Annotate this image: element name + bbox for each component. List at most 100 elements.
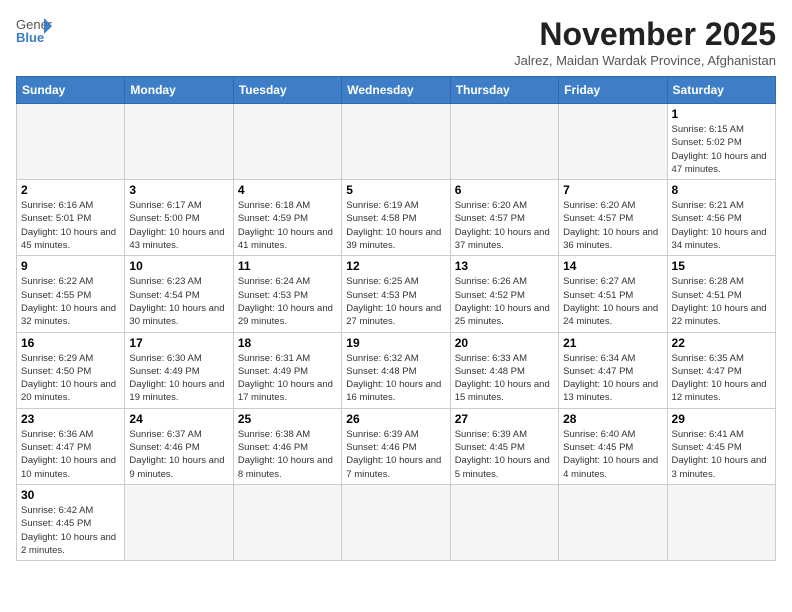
calendar-header-thursday: Thursday bbox=[450, 77, 558, 104]
day-number: 9 bbox=[21, 259, 120, 273]
month-title: November 2025 bbox=[514, 16, 776, 53]
day-info: Sunrise: 6:25 AMSunset: 4:53 PMDaylight:… bbox=[346, 275, 445, 328]
calendar-header-monday: Monday bbox=[125, 77, 233, 104]
calendar-header-tuesday: Tuesday bbox=[233, 77, 341, 104]
calendar-cell: 7 Sunrise: 6:20 AMSunset: 4:57 PMDaylight… bbox=[559, 180, 667, 256]
day-number: 19 bbox=[346, 336, 445, 350]
calendar-cell: 15 Sunrise: 6:28 AMSunset: 4:51 PMDayligh… bbox=[667, 256, 775, 332]
day-number: 30 bbox=[21, 488, 120, 502]
page-header: General Blue November 2025 Jalrez, Maida… bbox=[16, 16, 776, 68]
calendar-cell: 27 Sunrise: 6:39 AMSunset: 4:45 PMDayligh… bbox=[450, 408, 558, 484]
day-number: 7 bbox=[563, 183, 662, 197]
day-info: Sunrise: 6:42 AMSunset: 4:45 PMDaylight:… bbox=[21, 504, 120, 557]
calendar-cell: 25Sunrise: 6:38 AMSunset: 4:46 PMDayligh… bbox=[233, 408, 341, 484]
day-number: 21 bbox=[563, 336, 662, 350]
calendar-cell bbox=[233, 104, 341, 180]
day-number: 25 bbox=[238, 412, 337, 426]
calendar-cell: 16 Sunrise: 6:29 AMSunset: 4:50 PMDayligh… bbox=[17, 332, 125, 408]
calendar-cell bbox=[342, 484, 450, 560]
calendar-cell: 1Sunrise: 6:15 AMSunset: 5:02 PMDaylight… bbox=[667, 104, 775, 180]
day-number: 16 bbox=[21, 336, 120, 350]
day-number: 14 bbox=[563, 259, 662, 273]
calendar-cell bbox=[125, 104, 233, 180]
calendar-cell: 14 Sunrise: 6:27 AMSunset: 4:51 PMDayligh… bbox=[559, 256, 667, 332]
calendar-cell bbox=[450, 104, 558, 180]
day-number: 27 bbox=[455, 412, 554, 426]
day-number: 18 bbox=[238, 336, 337, 350]
day-info: Sunrise: 6:36 AMSunset: 4:47 PMDaylight:… bbox=[21, 428, 120, 481]
day-number: 5 bbox=[346, 183, 445, 197]
calendar-header-row: SundayMondayTuesdayWednesdayThursdayFrid… bbox=[17, 77, 776, 104]
title-area: November 2025 Jalrez, Maidan Wardak Prov… bbox=[514, 16, 776, 68]
location-subtitle: Jalrez, Maidan Wardak Province, Afghanis… bbox=[514, 53, 776, 68]
day-info: Sunrise: 6:19 AMSunset: 4:58 PMDaylight:… bbox=[346, 199, 445, 252]
day-info: Sunrise: 6:23 AMSunset: 4:54 PMDaylight:… bbox=[129, 275, 228, 328]
calendar-cell: 11Sunrise: 6:24 AMSunset: 4:53 PMDayligh… bbox=[233, 256, 341, 332]
calendar-week-row: 2Sunrise: 6:16 AMSunset: 5:01 PMDaylight… bbox=[17, 180, 776, 256]
day-info: Sunrise: 6:41 AMSunset: 4:45 PMDaylight:… bbox=[672, 428, 771, 481]
day-number: 3 bbox=[129, 183, 228, 197]
day-info: Sunrise: 6:34 AMSunset: 4:47 PMDaylight:… bbox=[563, 352, 662, 405]
calendar-cell: 24Sunrise: 6:37 AMSunset: 4:46 PMDayligh… bbox=[125, 408, 233, 484]
day-number: 10 bbox=[129, 259, 228, 273]
day-info: Sunrise: 6:32 AMSunset: 4:48 PMDaylight:… bbox=[346, 352, 445, 405]
day-info: Sunrise: 6:33 AMSunset: 4:48 PMDaylight:… bbox=[455, 352, 554, 405]
day-number: 23 bbox=[21, 412, 120, 426]
calendar-week-row: 16 Sunrise: 6:29 AMSunset: 4:50 PMDayligh… bbox=[17, 332, 776, 408]
calendar-cell: 22Sunrise: 6:35 AMSunset: 4:47 PMDayligh… bbox=[667, 332, 775, 408]
day-info: Sunrise: 6:26 AMSunset: 4:52 PMDaylight:… bbox=[455, 275, 554, 328]
day-number: 13 bbox=[455, 259, 554, 273]
calendar-cell: 18 Sunrise: 6:31 AMSunset: 4:49 PMDayligh… bbox=[233, 332, 341, 408]
calendar-week-row: 30 Sunrise: 6:42 AMSunset: 4:45 PMDayligh… bbox=[17, 484, 776, 560]
calendar-cell: 30 Sunrise: 6:42 AMSunset: 4:45 PMDayligh… bbox=[17, 484, 125, 560]
calendar-week-row: 23 Sunrise: 6:36 AMSunset: 4:47 PMDayligh… bbox=[17, 408, 776, 484]
day-info: Sunrise: 6:22 AMSunset: 4:55 PMDaylight:… bbox=[21, 275, 120, 328]
day-info: Sunrise: 6:18 AMSunset: 4:59 PMDaylight:… bbox=[238, 199, 337, 252]
day-number: 26 bbox=[346, 412, 445, 426]
calendar-cell: 28Sunrise: 6:40 AMSunset: 4:45 PMDayligh… bbox=[559, 408, 667, 484]
calendar-table: SundayMondayTuesdayWednesdayThursdayFrid… bbox=[16, 76, 776, 561]
day-info: Sunrise: 6:39 AMSunset: 4:45 PMDaylight:… bbox=[455, 428, 554, 481]
day-number: 4 bbox=[238, 183, 337, 197]
calendar-cell bbox=[125, 484, 233, 560]
calendar-cell bbox=[450, 484, 558, 560]
calendar-header-sunday: Sunday bbox=[17, 77, 125, 104]
calendar-cell: 23 Sunrise: 6:36 AMSunset: 4:47 PMDayligh… bbox=[17, 408, 125, 484]
day-info: Sunrise: 6:39 AMSunset: 4:46 PMDaylight:… bbox=[346, 428, 445, 481]
day-number: 2 bbox=[21, 183, 120, 197]
calendar-cell: 29 Sunrise: 6:41 AMSunset: 4:45 PMDayligh… bbox=[667, 408, 775, 484]
calendar-cell: 6Sunrise: 6:20 AMSunset: 4:57 PMDaylight… bbox=[450, 180, 558, 256]
day-info: Sunrise: 6:21 AMSunset: 4:56 PMDaylight:… bbox=[672, 199, 771, 252]
calendar-cell: 21 Sunrise: 6:34 AMSunset: 4:47 PMDayligh… bbox=[559, 332, 667, 408]
calendar-week-row: 9 Sunrise: 6:22 AMSunset: 4:55 PMDaylight… bbox=[17, 256, 776, 332]
calendar-cell: 12Sunrise: 6:25 AMSunset: 4:53 PMDayligh… bbox=[342, 256, 450, 332]
day-info: Sunrise: 6:28 AMSunset: 4:51 PMDaylight:… bbox=[672, 275, 771, 328]
calendar-cell: 3 Sunrise: 6:17 AMSunset: 5:00 PMDaylight… bbox=[125, 180, 233, 256]
logo: General Blue bbox=[16, 16, 52, 44]
day-number: 29 bbox=[672, 412, 771, 426]
calendar-cell bbox=[342, 104, 450, 180]
day-number: 20 bbox=[455, 336, 554, 350]
calendar-cell bbox=[559, 484, 667, 560]
day-number: 11 bbox=[238, 259, 337, 273]
day-info: Sunrise: 6:35 AMSunset: 4:47 PMDaylight:… bbox=[672, 352, 771, 405]
calendar-cell: 17Sunrise: 6:30 AMSunset: 4:49 PMDayligh… bbox=[125, 332, 233, 408]
day-number: 15 bbox=[672, 259, 771, 273]
calendar-cell bbox=[17, 104, 125, 180]
day-number: 1 bbox=[672, 107, 771, 121]
day-info: Sunrise: 6:30 AMSunset: 4:49 PMDaylight:… bbox=[129, 352, 228, 405]
calendar-cell bbox=[667, 484, 775, 560]
day-info: Sunrise: 6:17 AMSunset: 5:00 PMDaylight:… bbox=[129, 199, 228, 252]
calendar-cell: 5 Sunrise: 6:19 AMSunset: 4:58 PMDaylight… bbox=[342, 180, 450, 256]
calendar-cell: 20 Sunrise: 6:33 AMSunset: 4:48 PMDayligh… bbox=[450, 332, 558, 408]
day-info: Sunrise: 6:37 AMSunset: 4:46 PMDaylight:… bbox=[129, 428, 228, 481]
day-info: Sunrise: 6:40 AMSunset: 4:45 PMDaylight:… bbox=[563, 428, 662, 481]
calendar-cell: 19 Sunrise: 6:32 AMSunset: 4:48 PMDayligh… bbox=[342, 332, 450, 408]
day-info: Sunrise: 6:27 AMSunset: 4:51 PMDaylight:… bbox=[563, 275, 662, 328]
day-info: Sunrise: 6:29 AMSunset: 4:50 PMDaylight:… bbox=[21, 352, 120, 405]
calendar-header-wednesday: Wednesday bbox=[342, 77, 450, 104]
day-info: Sunrise: 6:20 AMSunset: 4:57 PMDaylight:… bbox=[455, 199, 554, 252]
calendar-cell bbox=[559, 104, 667, 180]
day-info: Sunrise: 6:31 AMSunset: 4:49 PMDaylight:… bbox=[238, 352, 337, 405]
day-info: Sunrise: 6:20 AMSunset: 4:57 PMDaylight:… bbox=[563, 199, 662, 252]
